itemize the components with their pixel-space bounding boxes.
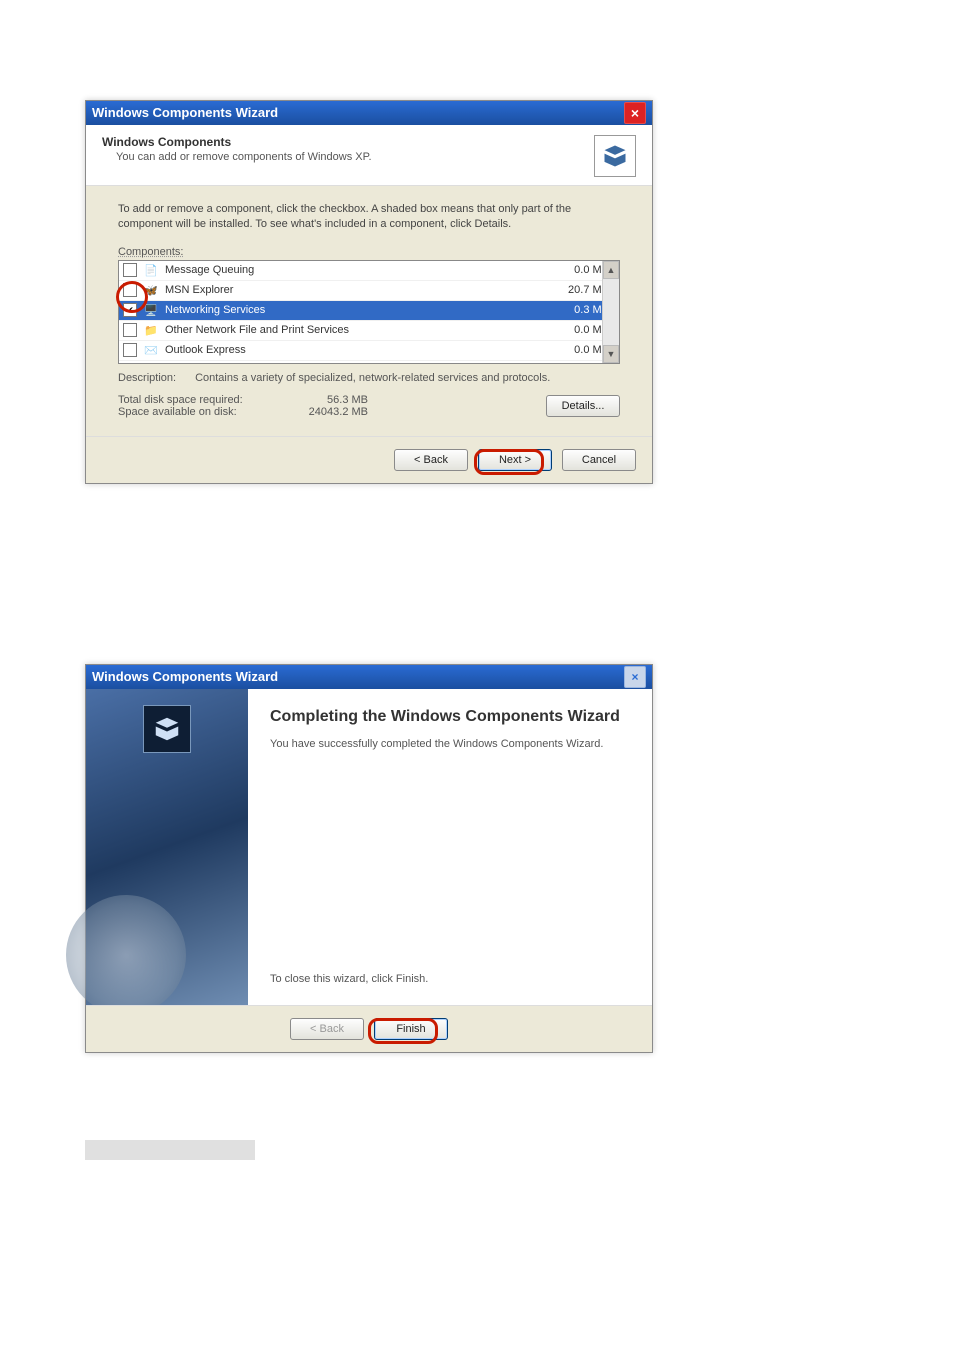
wizard-footer: < Back Next > Cancel xyxy=(86,436,652,483)
details-button[interactable]: Details... xyxy=(546,395,620,417)
component-icon: ✉️ xyxy=(143,342,159,358)
instructions-text: To add or remove a component, click the … xyxy=(118,202,620,232)
title-bar[interactable]: Windows Components Wizard × xyxy=(86,665,652,689)
completion-heading: Completing the Windows Components Wizard xyxy=(270,707,630,727)
list-item[interactable]: ✉️ Outlook Express 0.0 MB xyxy=(119,341,619,361)
package-icon xyxy=(594,135,636,177)
checkbox-icon[interactable] xyxy=(123,303,137,317)
component-name: Networking Services xyxy=(165,304,549,316)
decorative-bar xyxy=(85,1140,255,1160)
title-bar[interactable]: Windows Components Wizard × xyxy=(86,101,652,125)
checkbox-icon[interactable] xyxy=(123,323,137,337)
components-listbox[interactable]: 📄 Message Queuing 0.0 MB 🦋 MSN Explorer … xyxy=(118,260,620,364)
wizard-footer: < Back Finish xyxy=(86,1005,652,1052)
finish-button[interactable]: Finish xyxy=(374,1018,448,1040)
list-item[interactable]: 🖥️ Networking Services 0.3 MB xyxy=(119,301,619,321)
components-label: Components: xyxy=(118,246,620,258)
checkbox-icon[interactable] xyxy=(123,343,137,357)
close-icon[interactable]: × xyxy=(624,666,646,688)
space-required-value: 56.3 MB xyxy=(288,394,368,406)
list-item[interactable]: 📁 Other Network File and Print Services … xyxy=(119,321,619,341)
space-available-value: 24043.2 MB xyxy=(288,406,368,418)
close-hint-text: To close this wizard, click Finish. xyxy=(270,973,630,985)
cd-illustration xyxy=(66,895,186,1015)
wizard-side-panel xyxy=(86,689,248,1005)
component-icon: 📄 xyxy=(143,262,159,278)
component-name: Outlook Express xyxy=(165,344,549,356)
checkbox-icon[interactable] xyxy=(123,263,137,277)
window-title: Windows Components Wizard xyxy=(92,665,278,689)
list-item[interactable]: 🦋 MSN Explorer 20.7 MB xyxy=(119,281,619,301)
description-row: Description: Contains a variety of speci… xyxy=(118,372,620,384)
completion-wizard-dialog: Windows Components Wizard × Completing t… xyxy=(85,664,653,1053)
back-button[interactable]: < Back xyxy=(394,449,468,471)
description-text: Contains a variety of specialized, netwo… xyxy=(195,372,550,384)
component-icon: 📁 xyxy=(143,322,159,338)
wizard-body: To add or remove a component, click the … xyxy=(86,186,652,436)
header-title: Windows Components xyxy=(102,135,594,149)
completion-text: You have successfully completed the Wind… xyxy=(270,737,630,752)
component-name: MSN Explorer xyxy=(165,284,549,296)
close-icon[interactable]: × xyxy=(624,102,646,124)
component-icon: 🦋 xyxy=(143,282,159,298)
header-subtitle: You can add or remove components of Wind… xyxy=(102,151,594,163)
scroll-up-icon[interactable]: ▲ xyxy=(603,261,619,279)
next-button[interactable]: Next > xyxy=(478,449,552,471)
scroll-down-icon[interactable]: ▼ xyxy=(603,345,619,363)
component-name: Message Queuing xyxy=(165,264,549,276)
scrollbar[interactable]: ▲ ▼ xyxy=(602,261,619,363)
wizard-header: Windows Components You can add or remove… xyxy=(86,125,652,186)
component-icon: 🖥️ xyxy=(143,302,159,318)
package-icon xyxy=(143,705,191,753)
back-button: < Back xyxy=(290,1018,364,1040)
wizard-main: Completing the Windows Components Wizard… xyxy=(248,689,652,1005)
cancel-button[interactable]: Cancel xyxy=(562,449,636,471)
space-available-label: Space available on disk: xyxy=(118,406,288,418)
window-title: Windows Components Wizard xyxy=(92,101,278,125)
description-label: Description: xyxy=(118,372,192,384)
components-wizard-dialog: Windows Components Wizard × Windows Comp… xyxy=(85,100,653,484)
component-name: Other Network File and Print Services xyxy=(165,324,549,336)
space-required-label: Total disk space required: xyxy=(118,394,288,406)
list-item[interactable]: 📄 Message Queuing 0.0 MB xyxy=(119,261,619,281)
checkbox-icon[interactable] xyxy=(123,283,137,297)
